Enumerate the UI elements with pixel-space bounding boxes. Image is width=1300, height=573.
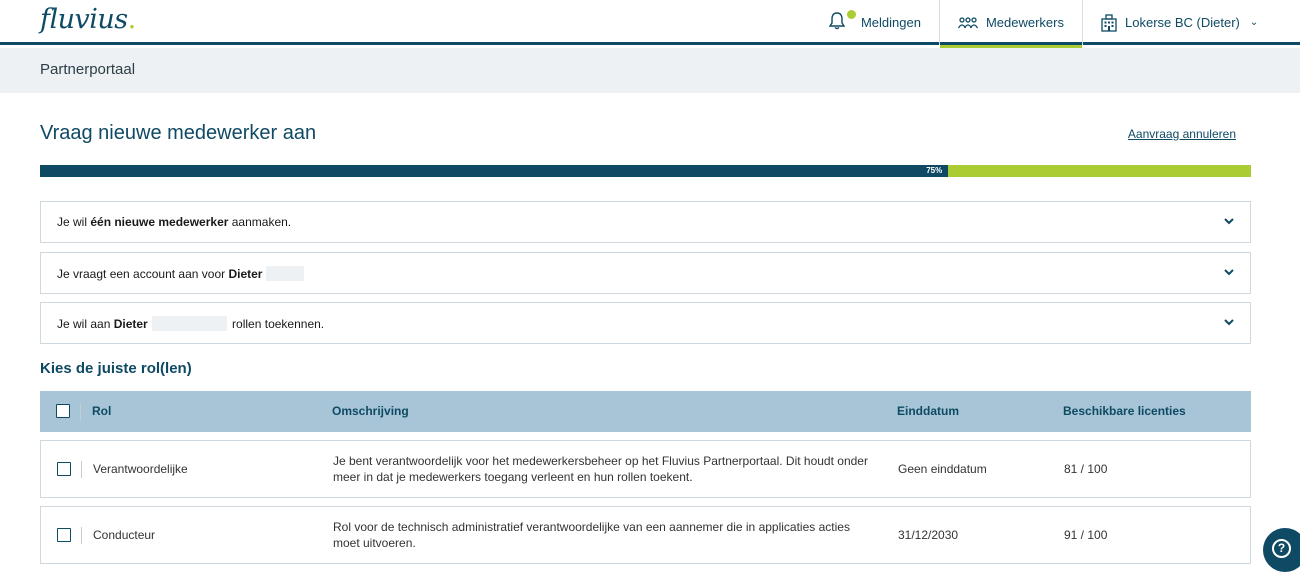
role-checkbox[interactable] — [57, 528, 71, 542]
redacted-surname — [266, 266, 305, 281]
chevron-down-icon — [1224, 218, 1234, 225]
role-checkbox[interactable] — [57, 462, 71, 476]
select-all-checkbox[interactable] — [56, 404, 70, 418]
main-nav: Meldingen Medewerkers Lokerse BC (Dieter… — [811, 0, 1300, 48]
portal-subheader: Partnerportaal — [0, 48, 1300, 93]
redacted-surname — [151, 316, 227, 331]
help-button[interactable]: ? — [1263, 528, 1300, 572]
chevron-down-icon — [1224, 269, 1234, 276]
notification-badge — [846, 10, 856, 19]
column-header-licenses[interactable]: Beschikbare licenties — [1063, 404, 1186, 418]
summary-item-roles[interactable]: Je wil aan Dieter rollen toekennen. — [40, 302, 1251, 344]
column-header-role[interactable]: Rol — [92, 404, 111, 418]
nav-account-label: Lokerse BC (Dieter) — [1125, 15, 1240, 30]
column-divider — [81, 461, 82, 478]
nav-notifications[interactable]: Meldingen — [811, 0, 939, 45]
roles-section-title: Kies de juiste rol(len) — [40, 360, 192, 377]
roles-table-header: Rol Omschrijving Einddatum Beschikbare l… — [40, 391, 1251, 432]
role-description: Je bent verantwoordelijk voor het medewe… — [333, 454, 868, 484]
column-divider — [80, 403, 81, 420]
summary-item-employee-count[interactable]: Je wil één nieuwe medewerker aanmaken. — [40, 201, 1251, 243]
role-end-date: Geen einddatum — [898, 462, 987, 476]
nav-employees-label: Medewerkers — [985, 15, 1064, 30]
cancel-request-link[interactable]: Aanvraag annuleren — [1128, 127, 1236, 141]
chevron-down-icon — [1224, 319, 1234, 326]
summary-text: Je vraagt een account aan voor Dieter — [57, 266, 305, 281]
role-description: Rol voor de technisch administratief ver… — [333, 520, 850, 550]
top-header: fluvius. Meldingen Medewerkers Lokerse B… — [0, 0, 1300, 48]
progress-bar: 75% — [40, 165, 1251, 177]
summary-item-account[interactable]: Je vraagt een account aan voor Dieter — [40, 252, 1251, 294]
summary-text: Je wil aan Dieter rollen toekennen. — [57, 316, 325, 331]
nav-employees[interactable]: Medewerkers — [938, 0, 1083, 48]
role-name: Verantwoordelijke — [93, 462, 188, 476]
progress-fill: 75% — [40, 165, 949, 177]
role-licenses: 91 / 100 — [1064, 528, 1108, 542]
role-name: Conducteur — [93, 528, 156, 542]
fluvius-logo[interactable]: fluvius. — [40, 4, 136, 35]
column-header-end-date[interactable]: Einddatum — [897, 404, 959, 418]
summary-text: Je wil één nieuwe medewerker aanmaken. — [57, 215, 292, 229]
nav-account-menu[interactable]: Lokerse BC (Dieter) ⌄ — [1082, 0, 1300, 45]
table-row[interactable]: Verantwoordelijke Je bent verantwoordeli… — [40, 440, 1251, 498]
progress-label: 75% — [926, 166, 943, 175]
people-icon — [957, 16, 978, 28]
role-licenses: 81 / 100 — [1064, 462, 1108, 476]
portal-title: Partnerportaal — [40, 61, 136, 78]
question-icon: ? — [1272, 539, 1291, 558]
chevron-down-icon: ⌄ — [1249, 17, 1259, 28]
role-end-date: 31/12/2030 — [898, 528, 959, 542]
nav-notifications-label: Meldingen — [860, 15, 921, 30]
column-divider — [81, 527, 82, 544]
page-title: Vraag nieuwe medewerker aan — [40, 122, 317, 144]
building-icon — [1101, 13, 1117, 32]
bell-icon — [828, 10, 856, 33]
table-row[interactable]: Conducteur Rol voor de technisch adminis… — [40, 506, 1251, 564]
column-header-description[interactable]: Omschrijving — [332, 404, 409, 418]
